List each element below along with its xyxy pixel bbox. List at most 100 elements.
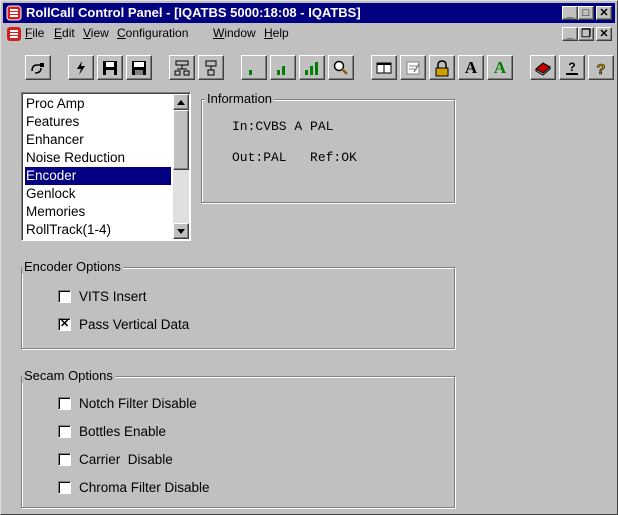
chroma-filter-disable-checkbox[interactable] [58, 480, 71, 494]
carrier-disable-row[interactable]: Carrier Disable [58, 450, 173, 468]
list-item-enhancer[interactable]: Enhancer [25, 131, 171, 149]
rollcall-app-icon[interactable] [6, 5, 22, 21]
carrier-disable-checkbox[interactable] [58, 452, 71, 466]
chroma-filter-disable-row[interactable]: Chroma Filter Disable [58, 478, 210, 496]
arrow-down-icon [177, 228, 185, 234]
signal-medium-icon [277, 65, 285, 75]
carrier-disable-label[interactable]: Carrier Disable [79, 452, 173, 467]
list-item-encoder[interactable]: Encoder [25, 167, 171, 185]
menu-file[interactable]: File [25, 26, 44, 40]
menu-help-label: elp [272, 26, 289, 40]
maximize-button[interactable]: □ [578, 6, 594, 20]
font-a-red-icon: A [464, 57, 478, 77]
secam-options-group: Secam Options Notch Filter Disable Bottl… [21, 368, 455, 508]
output-status: Out:PAL Ref:OK [232, 150, 357, 165]
menu-file-label: ile [32, 26, 45, 40]
list-item-genlock[interactable]: Genlock [25, 185, 171, 203]
menu-edit-label: dit [62, 26, 75, 40]
connect-icon [31, 62, 44, 74]
lightning-button[interactable] [68, 55, 94, 80]
context-help-button[interactable]: ? [588, 55, 614, 80]
save-button[interactable] [97, 55, 123, 80]
content-area: Proc Amp Features Enhancer Noise Reducti… [3, 87, 615, 512]
network-single-icon [205, 60, 217, 75]
lightning-icon [77, 60, 85, 75]
network-button[interactable] [169, 55, 195, 80]
check-mark-icon: ✕ [60, 317, 70, 330]
book-button[interactable] [371, 55, 397, 80]
notch-filter-disable-label[interactable]: Notch Filter Disable [79, 396, 197, 411]
menu-help[interactable]: Help [264, 26, 289, 40]
menu-view-accel: V [83, 26, 91, 40]
title-bar[interactable]: RollCall Control Panel - [IQATBS 5000:18… [3, 3, 615, 23]
information-group: Information In:CVBS A PAL Out:PAL Ref:OK [201, 91, 455, 203]
save-all-icon [132, 60, 146, 75]
pass-vertical-data-checkbox[interactable]: ✕ [58, 317, 71, 331]
chroma-filter-disable-label[interactable]: Chroma Filter Disable [79, 480, 210, 495]
save-icon [103, 60, 117, 75]
signal-low-button[interactable] [241, 55, 267, 80]
list-item-rolltrack[interactable]: RollTrack(1-4) [25, 221, 171, 239]
vits-insert-checkbox-row[interactable]: VITS Insert [58, 287, 147, 305]
note-button[interactable] [400, 55, 426, 80]
help-index-icon: ? [566, 60, 578, 75]
book-red-button[interactable] [530, 55, 556, 80]
list-item-features[interactable]: Features [25, 113, 171, 131]
font-green-button[interactable]: A [487, 55, 513, 80]
network-icon [174, 60, 190, 75]
menu-help-accel: H [264, 26, 273, 40]
pass-vertical-data-checkbox-row[interactable]: ✕ Pass Vertical Data [58, 315, 189, 333]
bottles-enable-checkbox[interactable] [58, 424, 71, 438]
list-item-noise-reduction[interactable]: Noise Reduction [25, 149, 171, 167]
scroll-thumb[interactable] [173, 110, 189, 170]
menu-window[interactable]: Window [213, 26, 256, 40]
network-single-button[interactable] [198, 55, 224, 80]
secam-options-label: Secam Options [22, 368, 115, 383]
menu-window-label: indow [224, 26, 256, 40]
save-all-button[interactable] [126, 55, 152, 80]
menu-configuration-accel: C [117, 26, 126, 40]
note-icon [406, 61, 420, 74]
menu-view[interactable]: View [83, 26, 109, 40]
menu-edit[interactable]: Edit [54, 26, 75, 40]
pass-vertical-data-label[interactable]: Pass Vertical Data [79, 317, 189, 332]
svg-text:?: ? [568, 60, 575, 74]
notch-filter-disable-checkbox[interactable] [58, 396, 71, 410]
list-item-memories[interactable]: Memories [25, 203, 171, 221]
notch-filter-disable-row[interactable]: Notch Filter Disable [58, 394, 197, 412]
signal-high-button[interactable] [299, 55, 325, 80]
input-status: In:CVBS A PAL [232, 119, 334, 134]
scroll-up-button[interactable] [173, 94, 189, 110]
vits-insert-checkbox[interactable] [58, 289, 71, 303]
vits-insert-label[interactable]: VITS Insert [79, 289, 147, 304]
close-button[interactable]: ✕ [596, 6, 612, 20]
search-icon [333, 60, 348, 75]
list-item-proc-amp[interactable]: Proc Amp [25, 95, 171, 113]
bottles-enable-label[interactable]: Bottles Enable [79, 424, 166, 439]
scroll-down-button[interactable] [173, 223, 189, 239]
search-button[interactable] [328, 55, 354, 80]
mdi-close-button[interactable]: ✕ [596, 27, 612, 41]
menu-configuration[interactable]: Configuration [117, 26, 188, 40]
font-red-button[interactable]: A [458, 55, 484, 80]
menu-bar: File Edit View Configuration Window Help… [3, 24, 615, 43]
toolbar: A A ? ? [3, 45, 615, 87]
signal-medium-button[interactable] [270, 55, 296, 80]
document-system-icon[interactable] [6, 26, 22, 42]
lock-button[interactable] [429, 55, 455, 80]
minimize-button[interactable]: _ [562, 6, 578, 20]
signal-high-icon [305, 61, 318, 75]
encoder-options-label: Encoder Options [22, 259, 123, 274]
font-a-green-icon: A [493, 57, 507, 77]
connect-button[interactable] [25, 55, 51, 80]
context-help-icon: ? [596, 60, 606, 76]
book-icon [376, 62, 392, 73]
help-index-button[interactable]: ? [559, 55, 585, 80]
bottles-enable-row[interactable]: Bottles Enable [58, 422, 166, 440]
encoder-options-group: Encoder Options VITS Insert ✕ Pass Verti… [21, 259, 455, 349]
category-listbox[interactable]: Proc Amp Features Enhancer Noise Reducti… [21, 92, 191, 241]
listbox-scrollbar[interactable] [173, 94, 189, 239]
mdi-restore-button[interactable]: ❐ [578, 27, 594, 41]
book-red-icon [535, 61, 551, 76]
mdi-minimize-button[interactable]: _ [562, 27, 578, 41]
